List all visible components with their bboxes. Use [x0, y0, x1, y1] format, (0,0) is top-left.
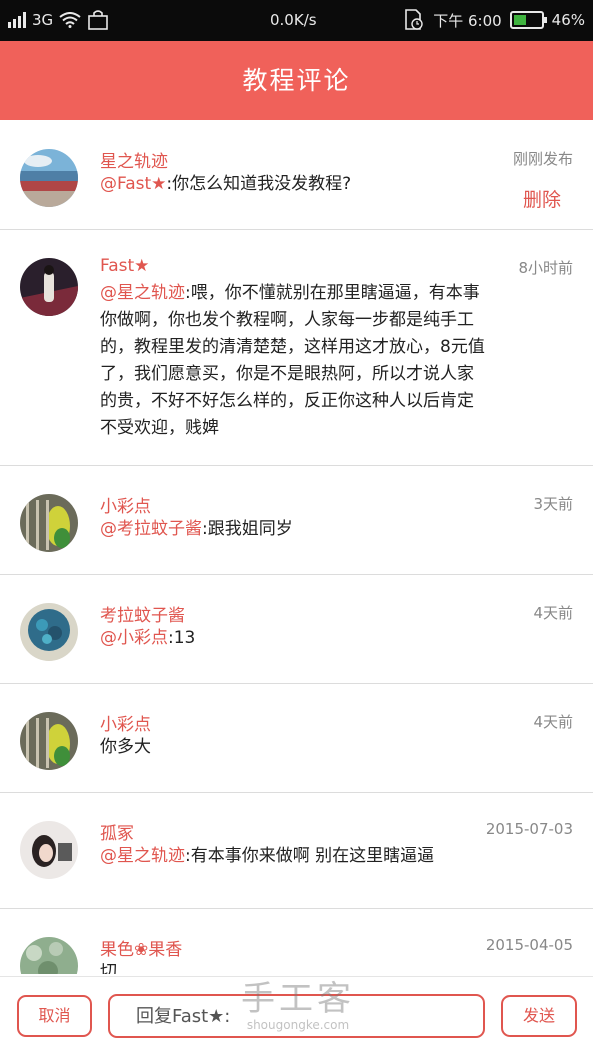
delete-button[interactable]: 删除: [523, 185, 561, 212]
comment-text: @Fast★:你怎么知道我没发教程?: [100, 174, 352, 194]
comment-time: 2015-04-05: [485, 936, 573, 954]
network-speed: 0.0K/s: [270, 11, 317, 29]
mention-link[interactable]: @小彩点: [100, 628, 168, 648]
sim-clock-icon: [405, 9, 423, 30]
signal-icon: [8, 12, 26, 28]
comment-text: @星之轨迹:有本事你来做啊 别在这里瞎逼逼: [100, 846, 435, 866]
comment-item[interactable]: 孤冢 @星之轨迹:有本事你来做啊 别在这里瞎逼逼 2015-07-03: [0, 793, 593, 909]
avatar[interactable]: [20, 937, 78, 974]
comment-item[interactable]: 小彩点 你多大 4天前: [0, 684, 593, 793]
comment-time: 8小时前: [518, 259, 573, 277]
comment-time: 4天前: [533, 713, 573, 731]
comment-time: 4天前: [533, 604, 573, 622]
comment-text: 你多大: [100, 737, 151, 757]
reply-bar: 取消 发送: [0, 976, 593, 1054]
comment-text: @考拉蚊子酱:跟我姐同岁: [100, 519, 293, 539]
battery-percent: 46%: [551, 11, 585, 29]
comment-item[interactable]: 考拉蚊子酱 @小彩点:13 4天前: [0, 575, 593, 684]
avatar[interactable]: [20, 494, 78, 552]
comment-text: @小彩点:13: [100, 628, 196, 648]
avatar[interactable]: [20, 258, 78, 316]
comment-author[interactable]: 星之轨迹: [100, 147, 168, 172]
shopping-bag-icon: [88, 10, 108, 30]
app-header: 教程评论: [0, 41, 593, 120]
status-bar: 3G 0.0K/s 下午 6:00 46%: [0, 0, 593, 41]
comment-item[interactable]: Fast★ @星之轨迹:喂，你不懂就别在那里瞎逼逼，有本事你做啊，你也发个教程啊…: [0, 230, 593, 466]
comment-item[interactable]: 果色❀果香 切 2015-04-05: [0, 909, 593, 974]
send-button[interactable]: 发送: [501, 995, 577, 1037]
mention-link[interactable]: @星之轨迹: [100, 283, 185, 303]
mention-link[interactable]: @考拉蚊子酱: [100, 519, 202, 539]
mention-link[interactable]: @星之轨迹: [100, 846, 185, 866]
comment-text: 切: [100, 962, 117, 974]
page-title: 教程评论: [242, 66, 351, 95]
reply-input[interactable]: [108, 994, 485, 1038]
battery-icon: [509, 11, 547, 29]
comment-author[interactable]: 考拉蚊子酱: [100, 601, 185, 626]
comment-item[interactable]: 星之轨迹 @Fast★:你怎么知道我没发教程? 刚刚发布 删除: [0, 121, 593, 230]
clock: 下午 6:00: [433, 11, 502, 30]
wifi-icon: [59, 12, 81, 28]
comment-text: @星之轨迹:喂，你不懂就别在那里瞎逼逼，有本事你做啊，你也发个教程啊，人家每一步…: [100, 283, 485, 438]
avatar[interactable]: [20, 821, 78, 879]
comment-author[interactable]: 小彩点: [100, 492, 151, 517]
avatar[interactable]: [20, 603, 78, 661]
avatar[interactable]: [20, 712, 78, 770]
comment-author[interactable]: 孤冢: [100, 819, 134, 844]
comment-list[interactable]: 星之轨迹 @Fast★:你怎么知道我没发教程? 刚刚发布 删除 Fast★ @星…: [0, 121, 593, 974]
network-type: 3G: [32, 11, 54, 29]
mention-link[interactable]: @Fast★: [100, 174, 166, 194]
comment-author[interactable]: Fast★: [100, 256, 149, 276]
comment-item[interactable]: 小彩点 @考拉蚊子酱:跟我姐同岁 3天前: [0, 466, 593, 575]
comment-time: 刚刚发布: [512, 150, 573, 168]
comment-time: 2015-07-03: [485, 820, 573, 838]
comment-time: 3天前: [533, 495, 573, 513]
avatar[interactable]: [20, 149, 78, 207]
cancel-button[interactable]: 取消: [17, 995, 92, 1037]
comment-author[interactable]: 小彩点: [100, 710, 151, 735]
comment-author[interactable]: 果色❀果香: [100, 935, 182, 960]
